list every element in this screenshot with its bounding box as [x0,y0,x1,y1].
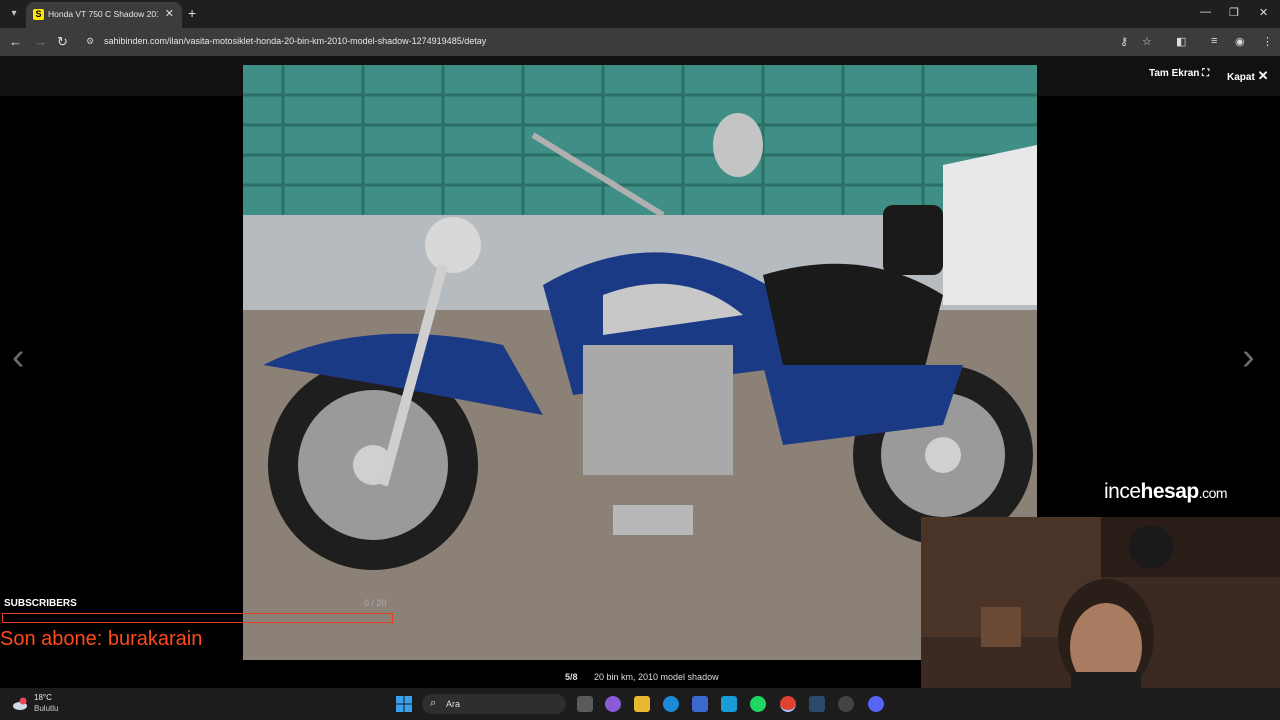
close-icon: ✕ [1257,68,1269,83]
windows-start-icon[interactable] [396,696,412,712]
edge-browser-icon[interactable] [663,696,679,712]
tab-title: Honda VT 750 C Shadow 2010 [48,9,158,19]
site-info-icon[interactable]: ⚙ [86,36,96,46]
fullscreen-icon: ⛶ [1202,68,1210,79]
close-window-icon[interactable]: ✕ [1259,6,1268,19]
spotify-icon[interactable] [750,696,766,712]
profile-icon[interactable]: ◉ [1235,35,1245,48]
last-subscriber-text: Son abone: burakarain [0,628,203,650]
subscribers-progress-bar [2,613,393,623]
image-caption: 20 bin km, 2010 model shadow [594,672,719,682]
copilot-icon[interactable] [605,696,621,712]
extensions-icon[interactable]: ◧ [1176,35,1186,48]
search-icon: ⌕ [430,697,437,709]
search-label: Ara [446,699,461,709]
back-icon[interactable]: ← [9,34,22,49]
weather-description: Bulutlu [34,704,59,713]
discord-icon[interactable] [868,696,884,712]
weather-temperature: 18°C [34,693,52,702]
previous-image-arrow-icon[interactable]: ‹ [12,336,25,379]
menu-icon[interactable]: ⋮ [1262,35,1273,48]
steam-icon[interactable] [809,696,825,712]
taskbar: 18°C Bulutlu ⌕ Ara [0,688,1280,720]
tab-active[interactable]: S Honda VT 750 C Shadow 2010 ✕ [26,2,182,28]
brand-part-ince: ince [1104,480,1141,503]
next-image-arrow-icon[interactable]: › [1242,336,1255,379]
motorcycle-photo [243,65,1037,660]
taskbar-search[interactable]: ⌕ Ara [422,694,566,714]
password-key-icon[interactable]: ⚷ [1120,35,1128,48]
tab-search-icon[interactable]: ▾ [6,6,22,22]
bookmark-star-icon[interactable]: ☆ [1142,35,1152,48]
brand-part-com: .com [1198,485,1228,501]
teams-icon[interactable] [721,696,737,712]
new-tab-icon[interactable]: + [188,5,196,21]
store-icon[interactable] [692,696,708,712]
reload-icon[interactable]: ↻ [57,34,68,50]
file-explorer-icon[interactable] [634,696,650,712]
close-label: Kapat [1227,72,1255,83]
url-text: sahibinden.com/ilan/vasita-motosiklet-ho… [104,36,487,46]
media-controls-icon[interactable]: ≡ [1211,35,1217,47]
task-view-icon[interactable] [577,696,593,712]
minimize-icon[interactable]: — [1200,6,1211,18]
weather-cloud-icon[interactable] [12,696,28,712]
subscribers-label: SUBSCRIBERS [4,598,77,609]
listing-photo [243,65,1037,660]
subscribers-count: 0 / 20 [364,598,387,608]
chrome-icon[interactable] [780,696,796,712]
obs-icon[interactable] [838,696,854,712]
tab-bar: ▾ S Honda VT 750 C Shadow 2010 ✕ + — ❐ ✕ [0,0,1280,28]
fullscreen-label: Tam Ekran [1149,68,1200,79]
brand-watermark: incehesap.com [1104,480,1228,504]
image-counter: 5/8 [565,672,578,682]
site-favicon-icon: S [33,9,44,20]
restore-icon[interactable]: ❐ [1229,6,1239,19]
forward-icon[interactable]: → [34,34,47,49]
close-viewer-button[interactable]: Kapat ✕ [1227,68,1268,84]
browser-toolbar: ← → ↻ ⚙ sahibinden.com/ilan/vasita-motos… [0,28,1280,56]
address-bar[interactable]: ⚙ sahibinden.com/ilan/vasita-motosiklet-… [80,32,1140,52]
close-tab-icon[interactable]: ✕ [165,7,174,20]
brand-part-hesap: hesap [1140,480,1200,503]
fullscreen-button[interactable]: Tam Ekran ⛶ [1149,68,1209,79]
